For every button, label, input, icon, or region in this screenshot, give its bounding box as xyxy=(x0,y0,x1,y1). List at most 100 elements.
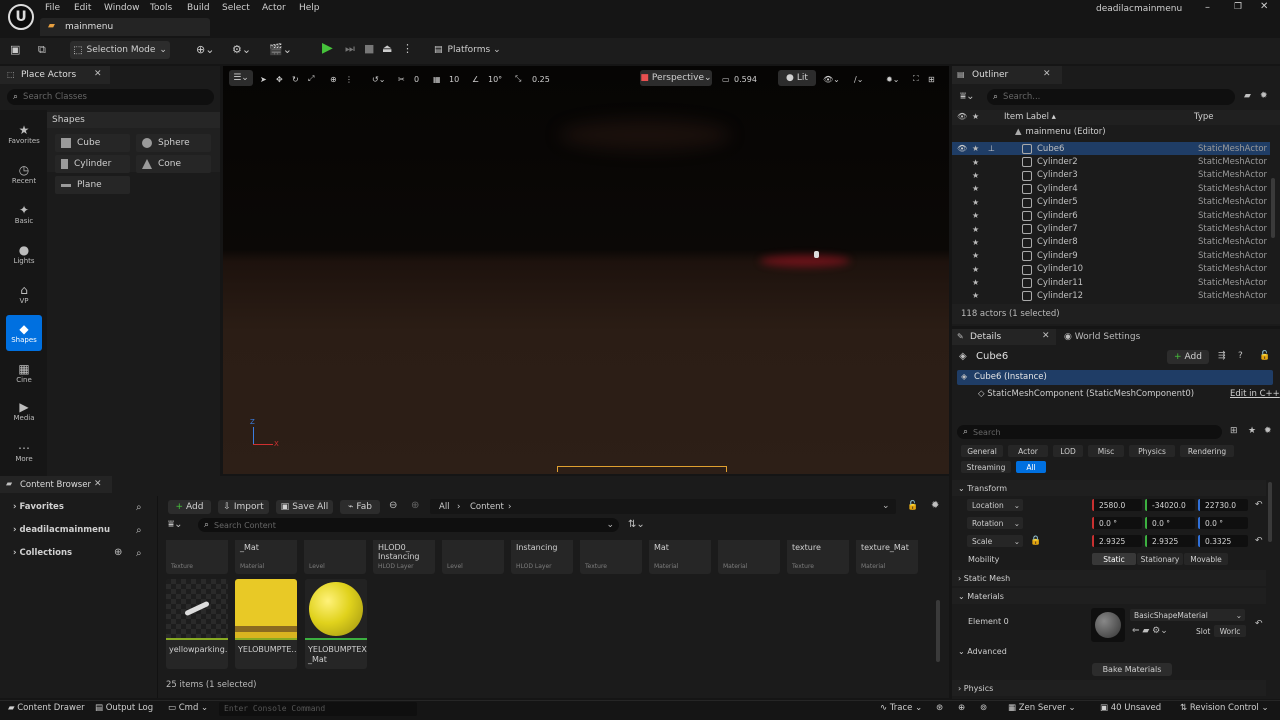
scale-snap-value[interactable]: 0.25 xyxy=(532,71,550,87)
snap-rotation-icon[interactable]: ↺⌄ xyxy=(372,71,385,87)
item-label-column[interactable]: Item Label ▴ xyxy=(1004,112,1056,122)
rotation-z[interactable]: 0.0 ° xyxy=(1198,517,1248,529)
outliner-row[interactable]: ★ Cylinder6 StaticMeshActor xyxy=(952,209,1270,222)
outliner-row[interactable]: ★ Cylinder4 StaticMeshActor xyxy=(952,182,1270,195)
filter-physics[interactable]: Physics xyxy=(1129,445,1175,457)
material-dropdown[interactable]: BasicShapeMaterial ⌄ xyxy=(1130,609,1245,621)
restore-icon[interactable]: ❐ xyxy=(1234,2,1242,12)
cinematics-icon[interactable]: 🎬⌄ xyxy=(269,43,292,56)
mobility-movable[interactable]: Movable xyxy=(1184,553,1228,565)
asset-tile[interactable]: Texture xyxy=(580,540,642,574)
rotation-y[interactable]: 0.0 ° xyxy=(1145,517,1195,529)
star-icon[interactable]: ★ xyxy=(972,198,979,207)
world-settings-tab[interactable]: ◉ World Settings xyxy=(1064,332,1140,342)
add-content-icon[interactable]: ⊕⌄ xyxy=(196,43,214,56)
path-all[interactable]: All xyxy=(439,502,450,512)
close-window-icon[interactable]: ✕ xyxy=(1260,1,1268,12)
filter-lod[interactable]: LOD xyxy=(1053,445,1083,457)
zen-server-button[interactable]: ▦ Zen Server ⌄ xyxy=(1008,703,1076,713)
category-cine[interactable]: ▦ Cine xyxy=(6,355,42,391)
material-thumbnail[interactable] xyxy=(1091,608,1125,642)
asset-tile[interactable]: Material xyxy=(718,540,780,574)
perspective-button[interactable]: ■ Perspective ⌄ xyxy=(640,70,712,86)
asset-tile[interactable]: Level xyxy=(304,540,366,574)
eject-icon[interactable]: ⏏ xyxy=(382,42,392,55)
surface-snap-icon[interactable]: ⋮ xyxy=(345,71,353,87)
filter-icon[interactable]: ⩸⌄ xyxy=(168,519,182,530)
place-actors-tab[interactable]: ⬚ Place Actors ✕ xyxy=(0,66,110,84)
shape-sphere[interactable]: Sphere xyxy=(136,134,211,152)
mobility-static[interactable]: Static xyxy=(1092,553,1136,565)
reset-icon[interactable]: ↶ xyxy=(1255,619,1263,629)
shape-cube[interactable]: Cube xyxy=(55,134,130,152)
asset-tile[interactable]: YELOBUMPTEX _Mat xyxy=(305,579,367,669)
edit-cpp-link[interactable]: Edit in C++ xyxy=(1230,389,1280,399)
asset-tile[interactable]: _Mat Material xyxy=(235,540,297,574)
use-selected-icon[interactable]: ⇐ ▰ ⚙⌄ xyxy=(1132,626,1168,636)
world-space-icon[interactable]: ⊕ xyxy=(330,71,337,87)
move-tool-icon[interactable]: ✥ xyxy=(276,71,283,87)
tree-project[interactable]: › deadilacmainmenu xyxy=(13,525,110,535)
place-actors-search[interactable]: ⌕ Search Classes xyxy=(7,89,214,105)
physics-section[interactable]: › Physics xyxy=(952,680,1266,696)
blueprint-icon[interactable]: ⚙⌄ xyxy=(232,43,251,56)
shape-cylinder[interactable]: Cylinder xyxy=(55,155,130,173)
forward-icon[interactable]: ⊕ xyxy=(411,500,419,511)
details-tab[interactable]: ✎ Details ✕ xyxy=(952,329,1056,345)
search-icon[interactable]: ⌕ xyxy=(136,548,142,559)
outliner-row[interactable]: ★ Cylinder8 StaticMeshActor xyxy=(952,236,1270,249)
fullscreen-icon[interactable]: ⛶ xyxy=(913,71,919,87)
scale-snap-icon[interactable]: ⤡ xyxy=(515,71,521,87)
back-icon[interactable]: ⊖ xyxy=(389,500,397,511)
close-tab-icon[interactable]: ✕ xyxy=(1042,331,1050,341)
details-search[interactable]: ⌕ Search xyxy=(957,425,1222,439)
star-icon[interactable]: ★ xyxy=(1248,426,1256,436)
bake-materials-button[interactable]: Bake Materials xyxy=(1092,663,1172,676)
lock-icon[interactable]: 🔓 xyxy=(1259,351,1270,361)
menu-select[interactable]: Select xyxy=(222,3,250,13)
outliner-row[interactable]: ★ Cylinder2 StaticMeshActor xyxy=(952,155,1270,168)
pin-icon[interactable]: ⊥ xyxy=(988,144,995,153)
asset-tile[interactable]: YELOBUMPTE... xyxy=(235,579,297,669)
step-icon[interactable]: ⏭ xyxy=(345,42,355,56)
cmd-dropdown[interactable]: ▭ Cmd ⌄ xyxy=(168,703,208,713)
sort-icon[interactable]: ⇅⌄ xyxy=(628,519,645,530)
cb-fab-button[interactable]: ⌁ Fab xyxy=(340,500,380,514)
location-z[interactable]: 22730.0 xyxy=(1198,499,1248,511)
zero-value[interactable]: 0 xyxy=(414,71,419,87)
reset-icon[interactable]: ↶ xyxy=(1255,500,1263,510)
save-icon[interactable]: ▣ xyxy=(10,43,20,56)
menu-help[interactable]: Help xyxy=(299,3,320,13)
location-y[interactable]: -34020.0 xyxy=(1145,499,1195,511)
asset-tile[interactable]: HLOD0_ Instancing HLOD Layer xyxy=(373,540,435,574)
play-icon[interactable]: ▶ xyxy=(322,40,333,56)
camera-speed-value[interactable]: 0.594 xyxy=(734,71,757,87)
category-lights[interactable]: ● Lights xyxy=(6,236,42,272)
trace-dropdown[interactable]: ∿ Trace ⌄ xyxy=(880,703,922,713)
derived-data-icon[interactable]: ⊛ xyxy=(936,703,943,713)
outliner-row[interactable]: ★ Cylinder7 StaticMeshActor xyxy=(952,222,1270,235)
outliner-scrollbar[interactable] xyxy=(1271,178,1275,238)
chevron-down-icon[interactable]: ⌄ xyxy=(882,501,890,511)
select-tool-icon[interactable]: ➤ xyxy=(260,71,267,87)
shape-cone[interactable]: Cone xyxy=(136,155,211,173)
star-icon[interactable]: ★ xyxy=(972,144,979,153)
asset-tile[interactable]: Instancing HLOD Layer xyxy=(511,540,573,574)
filter-rendering[interactable]: Rendering xyxy=(1180,445,1234,457)
outliner-row[interactable]: ★ Cylinder11 StaticMeshActor xyxy=(952,276,1270,289)
star-icon[interactable]: ★ xyxy=(972,238,979,247)
viewport-options-button[interactable]: ☰⌄ xyxy=(229,70,253,86)
star-icon[interactable]: ★ xyxy=(972,265,979,274)
settings-gear-icon[interactable]: ✹⌄ xyxy=(886,71,899,87)
transform-section[interactable]: ⌄ Transform xyxy=(952,480,1266,496)
instance-row[interactable]: ◈ Cube6 (Instance) xyxy=(957,370,1273,385)
menu-window[interactable]: Window xyxy=(104,3,140,13)
lit-mode-button[interactable]: ● Lit xyxy=(778,70,816,86)
rotate-tool-icon[interactable]: ↻ xyxy=(292,71,299,87)
content-scrollbar[interactable] xyxy=(936,600,940,662)
menu-file[interactable]: File xyxy=(45,3,60,13)
star-icon[interactable]: ★ xyxy=(972,278,979,287)
help-icon[interactable]: ? xyxy=(1238,351,1243,361)
selected-actor-outline[interactable] xyxy=(557,466,727,472)
show-icon[interactable]: 👁⌄ xyxy=(823,71,840,87)
